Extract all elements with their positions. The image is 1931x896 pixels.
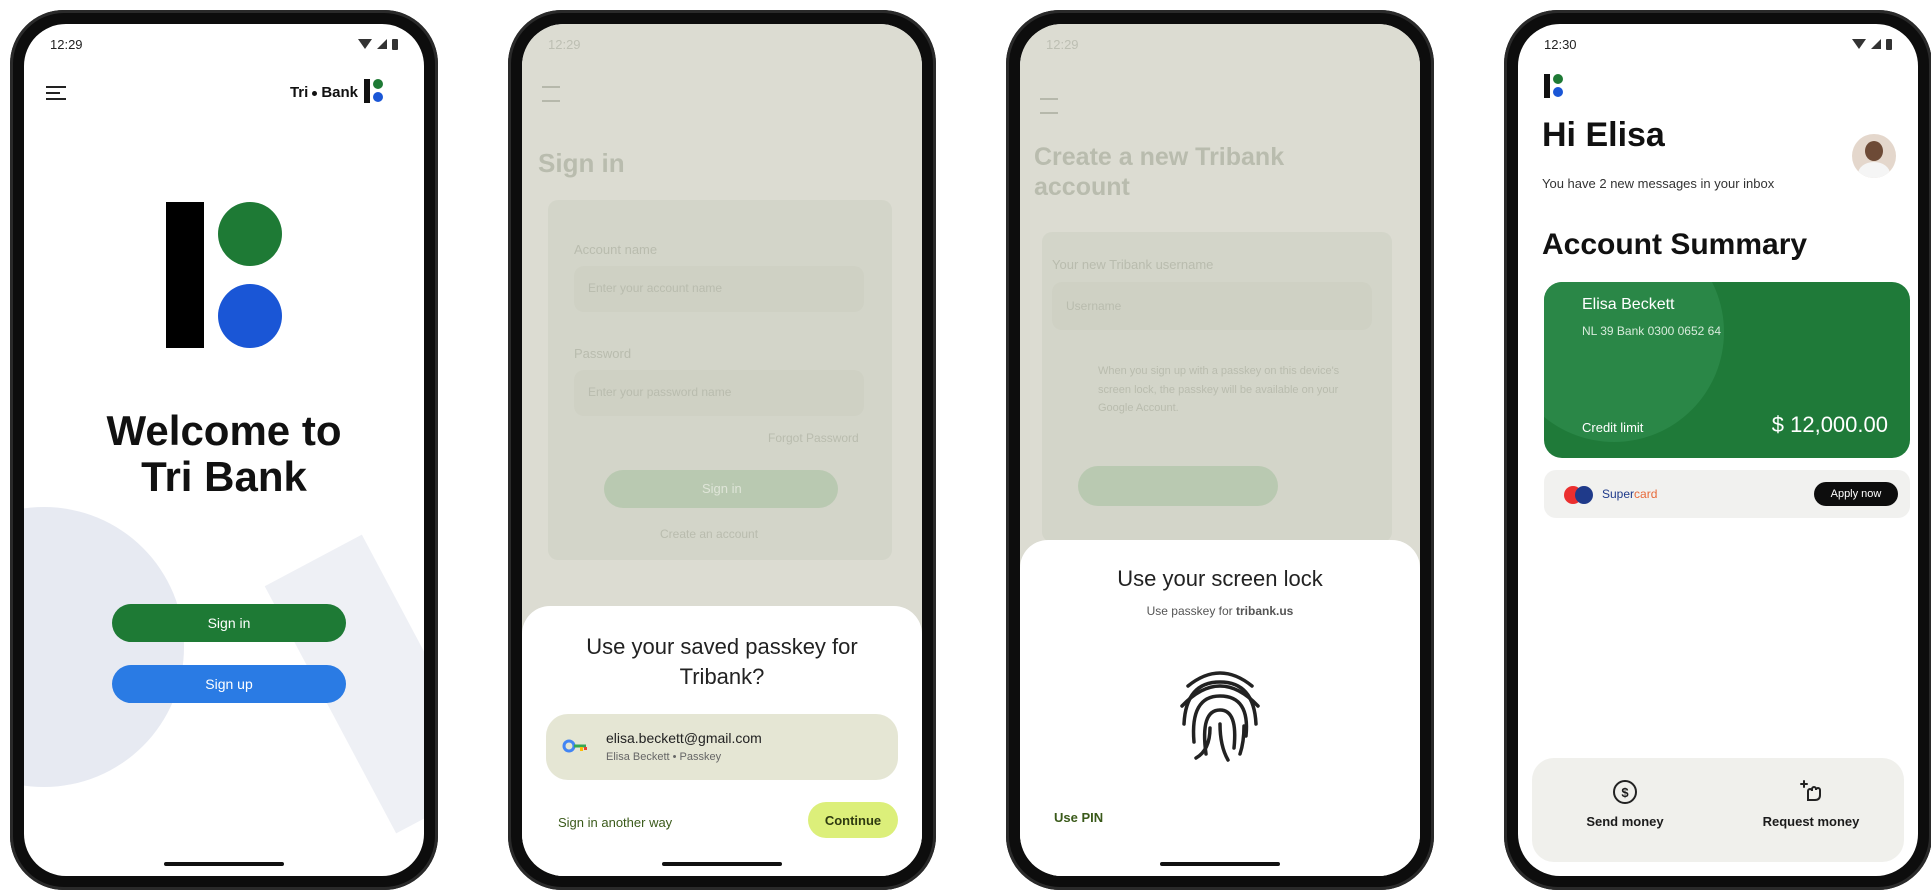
bg-forgot: Forgot Password <box>768 431 859 445</box>
account-card[interactable]: Elisa Beckett NL 39 Bank 0300 0652 64 Cr… <box>1544 282 1910 458</box>
welcome-line-1: Welcome to <box>106 407 342 454</box>
account-summary-title: Account Summary <box>1542 228 1808 261</box>
passkey-sheet-title: Use your saved passkey for Tribank? <box>586 634 858 689</box>
bg-username-placeholder: Username <box>1066 299 1122 313</box>
bg-password-label: Password <box>574 346 632 361</box>
bg-password-placeholder: Enter your password name <box>588 385 732 399</box>
menu-icon <box>542 86 560 102</box>
status-time: 12:30 <box>1544 36 1577 52</box>
brand-right: Bank <box>321 84 358 101</box>
apply-now-button[interactable]: Apply now <box>1814 482 1898 506</box>
credit-limit-amount: $ 12,000.00 <box>1771 412 1888 437</box>
passkey-key-icon <box>562 738 590 754</box>
status-bar: 12:29 <box>1020 24 1420 64</box>
passkey-sheet: Use your saved passkey for Tribank? elis… <box>522 606 922 876</box>
bg-signin-label: Sign in <box>702 481 742 496</box>
status-time: 12:29 <box>548 36 581 52</box>
wifi-icon <box>1852 39 1866 49</box>
card-holder-name: Elisa Beckett <box>1582 296 1675 313</box>
send-money-label: Send money <box>1586 814 1664 829</box>
screen-lock-subtitle: Use passkey for tribank.us <box>1020 604 1420 618</box>
battery-icon <box>392 38 398 50</box>
status-time: 12:29 <box>1046 36 1079 52</box>
screen-lock-sheet: Use your screen lock Use passkey for tri… <box>1020 540 1420 876</box>
screen-lock-title: Use your screen lock <box>1117 566 1323 591</box>
passkey-subtitle: Elisa Beckett • Passkey <box>606 751 722 763</box>
supercard-row[interactable]: Supercard Apply now <box>1544 470 1910 518</box>
bg-title: Sign in <box>538 148 625 178</box>
battery-icon <box>1886 38 1892 50</box>
passkey-email: elisa.beckett@gmail.com <box>606 730 762 746</box>
welcome-line-2: Tri Bank <box>141 453 307 501</box>
greeting: Hi Elisa <box>1542 116 1665 154</box>
bg-title: Create a new Tribank account <box>1034 143 1285 201</box>
send-money-button[interactable]: $ Send money <box>1532 758 1718 862</box>
menu-icon[interactable] <box>46 86 66 100</box>
phone-welcome: 12:29 Tri Bank Welcome to Tri Bank Sign i… <box>10 10 438 890</box>
fingerprint-icon[interactable] <box>1174 662 1266 766</box>
avatar[interactable] <box>1852 134 1896 178</box>
subtitle-domain: tribank.us <box>1236 604 1294 618</box>
bg-account-label: Account name <box>574 242 658 257</box>
phone-screen-lock: 12:29 Create a new Tribank account Your … <box>1006 10 1434 890</box>
tribank-logo-icon <box>166 202 286 352</box>
quick-actions-panel: $ Send money Request money <box>1532 758 1904 862</box>
account-summary-screen: 12:30 Hi Elisa You have 2 new messages i… <box>1518 24 1918 876</box>
passkey-account-chip[interactable]: elisa.beckett@gmail.com Elisa Beckett • … <box>546 714 898 780</box>
mastercard-icon <box>1564 486 1594 504</box>
sign-in-another-way-link[interactable]: Sign in another way <box>558 815 672 830</box>
home-indicator <box>164 862 284 866</box>
decorative-circle <box>24 507 184 787</box>
bg-create: Create an account <box>660 527 759 541</box>
home-indicator <box>662 862 782 866</box>
bg-info-text: When you sign up with a passkey on this … <box>1098 365 1340 415</box>
dollar-icon: $ <box>1613 780 1637 804</box>
logo-small-icon <box>1544 74 1566 98</box>
passkey-screen: 12:29 Sign in Account name Enter your ac… <box>522 24 922 876</box>
status-bar: 12:29 <box>522 24 922 64</box>
request-money-icon <box>1799 778 1823 802</box>
brand-wordmark: Tri Bank <box>290 84 358 101</box>
messages-notice[interactable]: You have 2 new messages in your inbox <box>1542 176 1774 191</box>
bg-username-label: Your new Tribank username <box>1052 257 1214 272</box>
sign-up-button[interactable]: Sign up <box>112 665 346 703</box>
supercard-label: Supercard <box>1602 487 1657 501</box>
supercard-part-2: card <box>1634 487 1658 501</box>
signal-icon <box>377 39 387 49</box>
card-iban: NL 39 Bank 0300 0652 64 <box>1582 324 1722 338</box>
home-indicator <box>1160 862 1280 866</box>
status-time: 12:29 <box>50 36 83 52</box>
use-pin-link[interactable]: Use PIN <box>1054 810 1103 825</box>
wifi-icon <box>358 39 372 49</box>
supercard-part-1: Super <box>1602 487 1635 501</box>
phone-passkey: 12:29 Sign in Account name Enter your ac… <box>508 10 936 890</box>
welcome-title: Welcome to Tri Bank <box>24 407 424 501</box>
status-bar: 12:29 <box>24 24 424 64</box>
sign-in-button[interactable]: Sign in <box>112 604 346 642</box>
phone-account-summary: 12:30 Hi Elisa You have 2 new messages i… <box>1504 10 1931 890</box>
request-money-button[interactable]: Request money <box>1718 758 1904 862</box>
status-bar: 12:30 <box>1518 24 1918 64</box>
continue-button[interactable]: Continue <box>808 802 898 838</box>
logo-small-icon <box>364 79 386 103</box>
screen-lock-screen: 12:29 Create a new Tribank account Your … <box>1020 24 1420 876</box>
subtitle-prefix: Use passkey for <box>1146 604 1236 618</box>
signal-icon <box>1871 39 1881 49</box>
bg-account-placeholder: Enter your account name <box>588 281 723 295</box>
brand-left: Tri <box>289 84 309 101</box>
welcome-screen: 12:29 Tri Bank Welcome to Tri Bank Sign i… <box>24 24 424 876</box>
menu-icon <box>1040 98 1058 114</box>
request-money-label: Request money <box>1762 814 1860 829</box>
bg-signup-button <box>1078 466 1278 506</box>
credit-limit-label: Credit limit <box>1582 420 1644 435</box>
